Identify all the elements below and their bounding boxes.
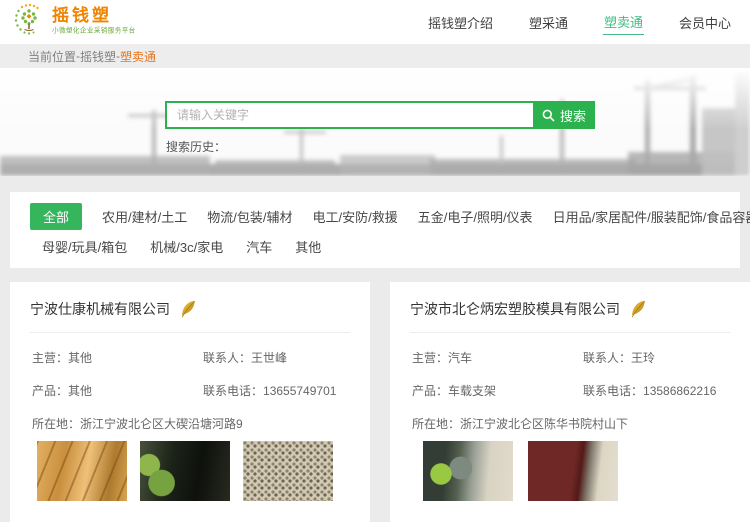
category-tab-agriculture[interactable]: 农用/建材/土工: [102, 207, 187, 226]
address-field: 所在地：浙江宁波北仑区大碶沿塘河路9: [32, 415, 243, 432]
category-filter-panel: 全部 农用/建材/土工 物流/包装/辅材 电工/安防/救援 五金/电子/照明/仪…: [10, 192, 740, 268]
breadcrumb-home[interactable]: 摇钱塑: [80, 48, 116, 65]
brand-name: 摇钱塑: [52, 7, 154, 25]
category-row-2: 母婴/玩具/箱包 机械/3c/家电 汽车 其他: [30, 234, 740, 259]
search-button[interactable]: 搜索: [533, 101, 595, 129]
category-tab-machinery[interactable]: 机械/3c/家电: [150, 237, 223, 256]
product-field: 产品：车载支架: [412, 382, 583, 399]
category-tab-other[interactable]: 其他: [295, 237, 321, 256]
field-row: 所在地：浙江宁波北仑区大碶沿塘河路9: [32, 415, 350, 432]
category-tab-hardware[interactable]: 五金/电子/照明/仪表: [418, 207, 533, 226]
contact-phone-field: 联系电话：13586862216: [583, 382, 716, 399]
product-thumbnail[interactable]: [37, 441, 127, 501]
category-tab-baby-toys[interactable]: 母婴/玩具/箱包: [42, 237, 127, 256]
breadcrumb: 当前位置 - 摇钱塑 - 塑卖通: [0, 44, 750, 68]
product-thumbnail[interactable]: [243, 441, 333, 501]
contact-phone-field: 联系电话：13655749701: [203, 382, 336, 399]
company-name[interactable]: 宁波仕康机械有限公司: [30, 299, 170, 319]
field-row: 产品：车载支架 联系电话：13586862216: [412, 382, 730, 399]
product-thumbnails: [30, 441, 350, 501]
nav-item-sucaitong[interactable]: 塑采通: [528, 10, 569, 35]
product-thumbnail[interactable]: [140, 441, 230, 501]
header: 摇钱塑 小微塑化企业采销服务平台 摇钱塑介绍 塑采通 塑卖通 会员中心: [0, 0, 750, 44]
category-tab-all[interactable]: 全部: [30, 203, 82, 230]
brand-tagline: 小微塑化企业采销服务平台: [52, 26, 136, 35]
category-row-1: 全部 农用/建材/土工 物流/包装/辅材 电工/安防/救援 五金/电子/照明/仪…: [30, 204, 740, 229]
main-business-field: 主营：其他: [32, 349, 203, 366]
breadcrumb-current[interactable]: 塑卖通: [120, 48, 156, 65]
search-input[interactable]: [165, 101, 533, 129]
divider: [410, 332, 730, 333]
gold-leaf-icon: [631, 300, 648, 318]
hero-banner: 搜索 搜索历史：: [0, 68, 750, 176]
breadcrumb-prefix: 当前位置: [28, 48, 76, 65]
product-field: 产品：其他: [32, 382, 203, 399]
company-name[interactable]: 宁波市北仑炳宏塑胶模具有限公司: [410, 299, 620, 319]
brand-logo[interactable]: 摇钱塑 小微塑化企业采销服务平台: [12, 2, 154, 43]
address-field: 所在地：浙江宁波北仑区陈华书院村山下: [412, 415, 628, 432]
tree-logo-icon: [12, 2, 46, 43]
search-history-label: 搜索历史：: [166, 138, 226, 155]
main-business-field: 主营：汽车: [412, 349, 583, 366]
category-tab-auto[interactable]: 汽车: [246, 237, 272, 256]
nav-item-intro[interactable]: 摇钱塑介绍: [427, 10, 494, 35]
contact-person-field: 联系人：王世峰: [203, 349, 287, 366]
category-tab-logistics[interactable]: 物流/包装/辅材: [207, 207, 292, 226]
main-nav: 摇钱塑介绍 塑采通 塑卖通 会员中心: [427, 9, 732, 35]
search-button-label: 搜索: [560, 106, 586, 125]
product-thumbnail[interactable]: [528, 441, 618, 501]
listing-cards: 宁波仕康机械有限公司 主营：其他 联系人：王世峰 产品：其他 联系电话：1365…: [10, 282, 750, 522]
nav-item-sumaitong[interactable]: 塑卖通: [603, 9, 644, 35]
divider: [30, 332, 350, 333]
field-row: 所在地：浙江宁波北仑区陈华书院村山下: [412, 415, 730, 432]
listing-card: 宁波市北仑炳宏塑胶模具有限公司 主营：汽车 联系人：王玲 产品：车载支架 联系电…: [390, 282, 750, 522]
contact-person-field: 联系人：王玲: [583, 349, 655, 366]
product-thumbnail[interactable]: [423, 441, 513, 501]
product-thumbnails: [410, 441, 730, 501]
field-row: 产品：其他 联系电话：13655749701: [32, 382, 350, 399]
category-tab-electrical[interactable]: 电工/安防/救援: [312, 207, 397, 226]
field-row: 主营：其他 联系人：王世峰: [32, 349, 350, 366]
field-row: 主营：汽车 联系人：王玲: [412, 349, 730, 366]
gold-leaf-icon: [181, 300, 198, 318]
search-bar: 搜索: [165, 101, 595, 129]
category-tab-household[interactable]: 日用品/家居配件/服装配饰/食品容器: [553, 207, 750, 226]
nav-item-member-center[interactable]: 会员中心: [678, 10, 732, 35]
listing-card: 宁波仕康机械有限公司 主营：其他 联系人：王世峰 产品：其他 联系电话：1365…: [10, 282, 370, 522]
search-icon: [542, 109, 555, 122]
